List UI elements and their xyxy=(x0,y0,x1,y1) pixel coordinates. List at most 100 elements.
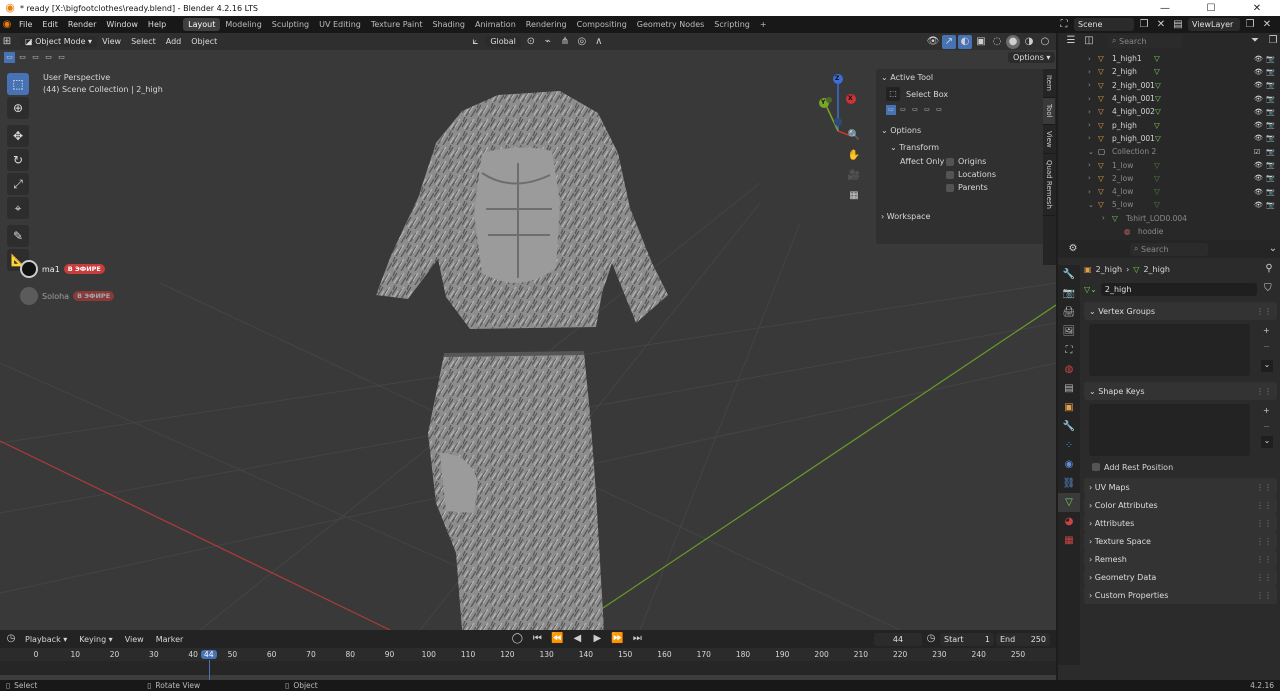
outliner-item[interactable]: › ▽ 1_low ▽ 👁 📷 xyxy=(1088,158,1280,171)
transform-tool-icon[interactable]: ⌖ xyxy=(7,197,29,219)
close-button[interactable]: ✕ xyxy=(1234,3,1280,14)
render-camera-icon[interactable]: 📷 xyxy=(1266,161,1280,169)
tab-tool[interactable]: Tool xyxy=(1043,97,1055,125)
outliner-item[interactable]: › ▽ 1_high1 ▽ 👁 📷 xyxy=(1088,52,1280,65)
new-collection-icon[interactable]: ❐ xyxy=(1266,34,1280,48)
zoom-icon[interactable]: 🔍 xyxy=(847,129,861,143)
editor-type-icon[interactable]: ⊞ xyxy=(0,35,14,49)
chevron-right-icon[interactable]: › xyxy=(1088,161,1098,169)
chevron-right-icon[interactable]: › xyxy=(1088,81,1098,89)
constraints-tab-icon[interactable]: ⛓ xyxy=(1058,474,1080,493)
add-vertex-group-icon[interactable]: + xyxy=(1263,326,1270,335)
eye-icon[interactable]: 👁 xyxy=(1254,95,1266,103)
pin-icon[interactable]: ⚲ xyxy=(1262,262,1276,276)
property-section-header[interactable]: › Custom Properties ⋮⋮ xyxy=(1084,586,1277,604)
drag-handle-icon[interactable]: ⋮⋮ xyxy=(1256,573,1272,582)
locations-checkbox[interactable]: Locations xyxy=(946,170,996,179)
record-icon[interactable]: ◯ xyxy=(510,632,524,646)
render-tab-icon[interactable]: 📷 xyxy=(1058,284,1080,303)
render-camera-icon[interactable]: 📷 xyxy=(1266,68,1280,76)
outliner-item[interactable]: › ▽ p_high_001 ▽ 👁 📷 xyxy=(1088,132,1280,145)
collection-checkbox-icon[interactable]: ☑ xyxy=(1254,148,1266,156)
eye-icon[interactable]: 👁 xyxy=(1254,81,1266,89)
mesh-data-icon[interactable]: ▽ xyxy=(1154,161,1160,170)
menu-marker[interactable]: Marker xyxy=(151,635,189,644)
render-camera-icon[interactable]: 📷 xyxy=(1266,134,1280,142)
pan-hand-icon[interactable]: ✋ xyxy=(847,149,861,163)
parents-checkbox[interactable]: Parents xyxy=(946,183,988,192)
chevron-right-icon[interactable]: › xyxy=(1102,214,1112,222)
tab-animation[interactable]: Animation xyxy=(470,18,521,31)
tab-view[interactable]: View xyxy=(1043,125,1055,155)
menu-file[interactable]: File xyxy=(14,20,37,29)
options-dropdown[interactable]: Options ▾ xyxy=(1008,52,1056,63)
shape-key-menu-icon[interactable]: ⌄ xyxy=(1261,436,1273,448)
xray-icon[interactable]: ▣ xyxy=(974,35,988,49)
select-invert-icon[interactable]: ▭ xyxy=(43,52,54,63)
menu-view[interactable]: View xyxy=(120,635,149,644)
falloff-icon[interactable]: ∧ xyxy=(592,35,606,49)
mesh-data-icon[interactable]: ▽ xyxy=(1154,54,1160,63)
mesh-data-icon[interactable]: ▽ xyxy=(1154,187,1160,196)
tab-rendering[interactable]: Rendering xyxy=(521,18,572,31)
drag-handle-icon[interactable]: ⋮⋮ xyxy=(1256,591,1272,600)
transform-header[interactable]: ⌄ Transform xyxy=(876,139,1044,155)
tab-scripting[interactable]: Scripting xyxy=(709,18,755,31)
outliner-item[interactable]: › ▽ 2_low ▽ 👁 📷 xyxy=(1088,172,1280,185)
select-box-tool-icon[interactable]: ⬚ xyxy=(7,73,29,95)
property-section-header[interactable]: › UV Maps ⋮⋮ xyxy=(1084,478,1277,496)
drag-handle-icon[interactable]: ⋮⋮ xyxy=(1256,537,1272,546)
chevron-right-icon[interactable]: › xyxy=(1088,95,1098,103)
chevron-right-icon[interactable]: › xyxy=(1088,55,1098,63)
end-frame-field[interactable]: End 250 xyxy=(996,632,1050,646)
gizmo-toggle-icon[interactable]: ↗ xyxy=(942,34,956,49)
mesh-data-icon[interactable]: ▽ xyxy=(1155,81,1161,90)
chevron-right-icon[interactable]: › xyxy=(1088,108,1098,116)
chevron-right-icon[interactable]: › xyxy=(1088,68,1098,76)
select-intersect-icon[interactable]: ▭ xyxy=(56,52,67,63)
render-camera-icon[interactable]: 📷 xyxy=(1266,121,1280,129)
properties-search-input[interactable]: ⌕ Search xyxy=(1130,242,1208,256)
start-frame-field[interactable]: Start 1 xyxy=(940,632,994,646)
delete-view-layer-icon[interactable]: ✕ xyxy=(1260,18,1274,32)
outliner-item[interactable]: ⌄ ▢ Collection 2 ☑ 📷 xyxy=(1088,145,1280,158)
outliner-item[interactable]: ◍ hoodie xyxy=(1088,225,1280,238)
mesh-data-icon[interactable]: ▽ xyxy=(1155,107,1161,116)
chevron-right-icon[interactable]: › xyxy=(1088,174,1098,182)
drag-handle-icon[interactable]: ⋮⋮ xyxy=(1256,501,1272,510)
drag-handle-icon[interactable]: ⋮⋮ xyxy=(1256,387,1272,396)
new-view-layer-icon[interactable]: ❐ xyxy=(1243,18,1257,32)
rendered-shading-icon[interactable]: ○ xyxy=(1038,35,1052,49)
property-section-header[interactable]: › Texture Space ⋮⋮ xyxy=(1084,532,1277,550)
menu-view[interactable]: View xyxy=(97,37,126,46)
tab-texture-paint[interactable]: Texture Paint xyxy=(366,18,428,31)
playhead-line[interactable] xyxy=(208,660,210,680)
eye-icon[interactable]: 👁 xyxy=(1254,134,1266,142)
select-subtract-icon[interactable]: ▭ xyxy=(30,52,41,63)
mode-invert-icon[interactable]: ▭ xyxy=(922,105,932,115)
select-new-icon[interactable]: ▭ xyxy=(4,52,15,63)
render-camera-icon[interactable]: 📷 xyxy=(1266,148,1280,156)
eye-icon[interactable]: 👁 xyxy=(1254,161,1266,169)
eye-icon[interactable]: 👁 xyxy=(1254,121,1266,129)
snap-icon[interactable]: ⌁ xyxy=(541,35,555,49)
outliner-item[interactable]: › ▽ 2_high_001 ▽ 👁 📷 xyxy=(1088,79,1280,92)
new-scene-icon[interactable]: ❐ xyxy=(1137,18,1151,32)
blender-menu-icon[interactable]: ◉ xyxy=(0,18,14,32)
mesh-data-icon[interactable]: ▽ xyxy=(1154,174,1160,183)
tab-geometry-nodes[interactable]: Geometry Nodes xyxy=(632,18,709,31)
outliner-search-input[interactable]: ⌕ Search xyxy=(1108,34,1182,48)
camera-view-icon[interactable]: 🎥 xyxy=(847,169,861,183)
render-camera-icon[interactable]: 📷 xyxy=(1266,201,1280,209)
workspace-header[interactable]: › Workspace xyxy=(876,207,1044,225)
eye-icon[interactable]: 👁 xyxy=(1254,108,1266,116)
cursor-tool-icon[interactable]: ⊕ xyxy=(7,97,29,119)
outliner-item[interactable]: › ▽ 4_high_002 ▽ 👁 📷 xyxy=(1088,105,1280,118)
vertex-group-menu-icon[interactable]: ⌄ xyxy=(1261,360,1273,372)
preview-range-icon[interactable]: ◷ xyxy=(924,632,938,646)
mesh-data-icon[interactable]: ▽ xyxy=(1154,121,1160,130)
wireframe-shading-icon[interactable]: ◌ xyxy=(990,35,1004,49)
add-workspace-button[interactable]: + xyxy=(755,18,772,31)
eye-icon[interactable]: 👁 xyxy=(1254,174,1266,182)
add-shape-key-icon[interactable]: + xyxy=(1263,406,1270,415)
